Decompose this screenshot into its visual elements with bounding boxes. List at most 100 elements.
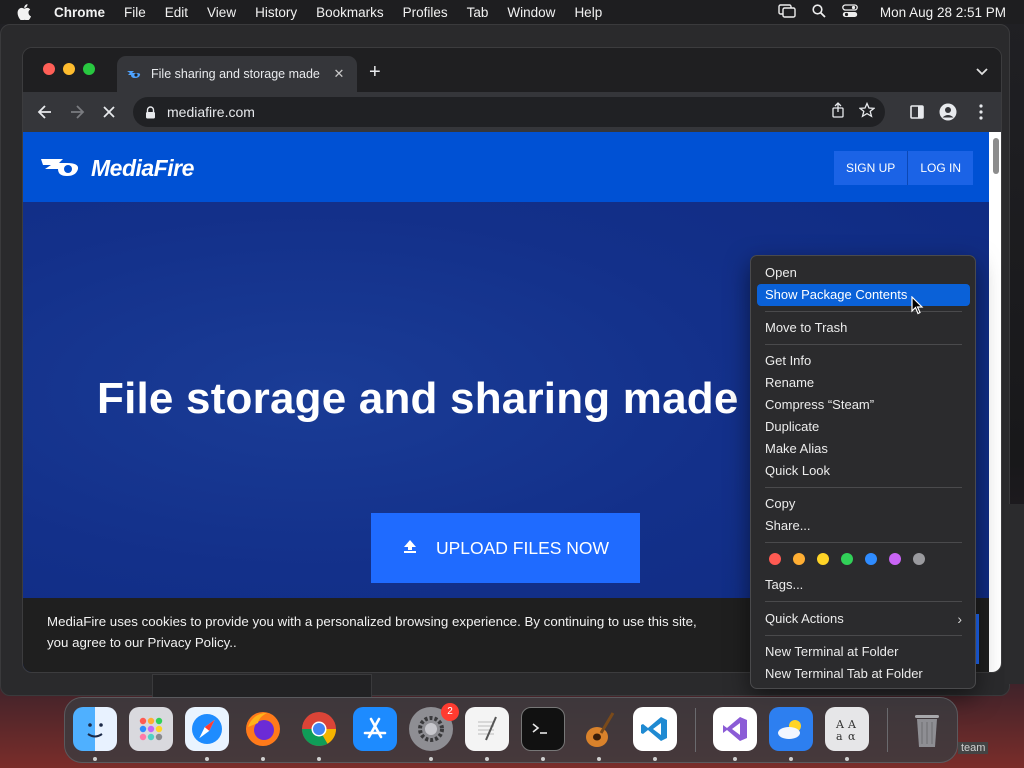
chrome-menu-dots-icon[interactable] bbox=[971, 102, 991, 122]
mouse-pointer-icon bbox=[911, 295, 925, 316]
running-indicator bbox=[317, 757, 321, 761]
zoom-window-button[interactable] bbox=[83, 63, 95, 75]
firefox-icon[interactable] bbox=[241, 707, 285, 751]
minimize-window-button[interactable] bbox=[63, 63, 75, 75]
screen-mirroring-icon[interactable] bbox=[778, 3, 796, 21]
ctx-separator bbox=[765, 601, 962, 602]
ctx-show-package-contents[interactable]: Show Package Contents bbox=[757, 284, 970, 306]
menu-view[interactable]: View bbox=[207, 5, 236, 20]
omnibox-actions bbox=[831, 101, 876, 121]
tag-gray-dot[interactable] bbox=[913, 553, 925, 565]
control-center-icon[interactable] bbox=[842, 3, 858, 21]
upload-arrow-icon bbox=[402, 538, 418, 559]
menu-bookmarks[interactable]: Bookmarks bbox=[316, 5, 384, 20]
log-in-button[interactable]: LOG IN bbox=[908, 151, 973, 185]
finder-context-menu: Open Show Package Contents Move to Trash… bbox=[750, 255, 976, 689]
dock: 2 AAaα bbox=[64, 697, 958, 763]
textedit-icon[interactable] bbox=[465, 707, 509, 751]
running-indicator bbox=[845, 757, 849, 761]
running-indicator bbox=[93, 757, 97, 761]
menu-history[interactable]: History bbox=[255, 5, 297, 20]
bookmark-star-icon[interactable] bbox=[858, 101, 876, 121]
upload-files-button[interactable]: UPLOAD FILES NOW bbox=[371, 513, 640, 583]
ctx-share[interactable]: Share... bbox=[757, 515, 970, 537]
ctx-new-terminal-tab-at-folder[interactable]: New Terminal Tab at Folder bbox=[757, 663, 970, 685]
page-scrollbar[interactable] bbox=[989, 132, 1001, 672]
system-settings-icon[interactable]: 2 bbox=[409, 703, 459, 751]
forward-arrow-icon[interactable] bbox=[67, 102, 87, 122]
ctx-compress[interactable]: Compress “Steam” bbox=[757, 394, 970, 416]
tab-search-chevron-icon[interactable] bbox=[975, 64, 989, 76]
ctx-quick-actions[interactable]: Quick Actions › bbox=[757, 608, 970, 630]
tab-mediafire[interactable]: File sharing and storage made ✕ bbox=[117, 56, 357, 92]
terminal-icon[interactable] bbox=[521, 707, 565, 751]
running-indicator bbox=[429, 757, 433, 761]
ctx-tags[interactable]: Tags... bbox=[757, 574, 970, 596]
ctx-copy[interactable]: Copy bbox=[757, 493, 970, 515]
window-controls bbox=[43, 63, 95, 75]
visual-studio-icon[interactable] bbox=[713, 707, 757, 751]
lock-icon[interactable] bbox=[145, 105, 157, 119]
spotlight-search-icon[interactable] bbox=[812, 3, 826, 21]
chevron-right-icon: › bbox=[957, 611, 962, 627]
browser-toolbar: mediafire.com bbox=[23, 92, 1001, 132]
garageband-icon[interactable] bbox=[577, 707, 621, 751]
tag-purple-dot[interactable] bbox=[889, 553, 901, 565]
ctx-duplicate[interactable]: Duplicate bbox=[757, 416, 970, 438]
mediafire-logo[interactable]: MediaFire bbox=[41, 154, 194, 183]
menu-window[interactable]: Window bbox=[507, 5, 555, 20]
url-text[interactable]: mediafire.com bbox=[167, 104, 255, 120]
stop-loading-icon[interactable] bbox=[99, 102, 119, 122]
ctx-get-info[interactable]: Get Info bbox=[757, 350, 970, 372]
trash-icon[interactable] bbox=[905, 707, 949, 751]
menu-help[interactable]: Help bbox=[574, 5, 602, 20]
auth-buttons: SIGN UP LOG IN bbox=[833, 151, 973, 185]
safari-icon[interactable] bbox=[185, 707, 229, 751]
profile-avatar-icon[interactable] bbox=[938, 102, 958, 122]
tag-orange-dot[interactable] bbox=[793, 553, 805, 565]
new-tab-button[interactable]: + bbox=[369, 62, 381, 82]
tag-red-dot[interactable] bbox=[769, 553, 781, 565]
ctx-separator bbox=[765, 635, 962, 636]
menubar-clock[interactable]: Mon Aug 28 2:51 PM bbox=[880, 5, 1006, 20]
menu-tab[interactable]: Tab bbox=[467, 5, 489, 20]
ctx-open[interactable]: Open bbox=[757, 262, 970, 284]
ctx-make-alias[interactable]: Make Alias bbox=[757, 438, 970, 460]
sign-up-button[interactable]: SIGN UP bbox=[833, 151, 909, 185]
tag-yellow-dot[interactable] bbox=[817, 553, 829, 565]
ctx-separator bbox=[765, 344, 962, 345]
weather-icon[interactable] bbox=[769, 707, 813, 751]
menu-edit[interactable]: Edit bbox=[165, 5, 188, 20]
ctx-separator bbox=[765, 311, 962, 312]
launchpad-icon[interactable] bbox=[129, 707, 173, 751]
mediafire-favicon-icon bbox=[127, 67, 141, 81]
vscode-icon[interactable] bbox=[633, 707, 677, 751]
app-store-icon[interactable] bbox=[353, 707, 397, 751]
close-window-button[interactable] bbox=[43, 63, 55, 75]
ctx-quick-look[interactable]: Quick Look bbox=[757, 460, 970, 482]
tab-strip: File sharing and storage made ✕ + bbox=[23, 48, 1001, 92]
side-panel-icon[interactable] bbox=[907, 102, 927, 122]
finder-icon[interactable] bbox=[73, 707, 117, 751]
tab-close-icon[interactable]: ✕ bbox=[331, 66, 347, 82]
ctx-move-to-trash[interactable]: Move to Trash bbox=[757, 317, 970, 339]
scrollbar-thumb[interactable] bbox=[993, 138, 999, 174]
tag-blue-dot[interactable] bbox=[865, 553, 877, 565]
tag-green-dot[interactable] bbox=[841, 553, 853, 565]
menu-app-chrome[interactable]: Chrome bbox=[54, 5, 105, 20]
address-bar[interactable]: mediafire.com bbox=[133, 97, 885, 127]
mediafire-flame-icon bbox=[41, 154, 85, 183]
desktop-steam-label[interactable]: team bbox=[958, 742, 989, 754]
ctx-new-terminal-at-folder[interactable]: New Terminal at Folder bbox=[757, 641, 970, 663]
ctx-rename[interactable]: Rename bbox=[757, 372, 970, 394]
back-arrow-icon[interactable] bbox=[35, 102, 55, 122]
font-book-icon[interactable]: AAaα bbox=[825, 707, 869, 751]
ctx-separator bbox=[765, 542, 962, 543]
apple-icon[interactable] bbox=[14, 2, 34, 22]
share-icon[interactable] bbox=[831, 102, 845, 121]
menu-file[interactable]: File bbox=[124, 5, 146, 20]
menu-profiles[interactable]: Profiles bbox=[403, 5, 448, 20]
chrome-icon[interactable] bbox=[297, 707, 341, 751]
dock-separator bbox=[887, 708, 888, 752]
ctx-separator bbox=[765, 487, 962, 488]
